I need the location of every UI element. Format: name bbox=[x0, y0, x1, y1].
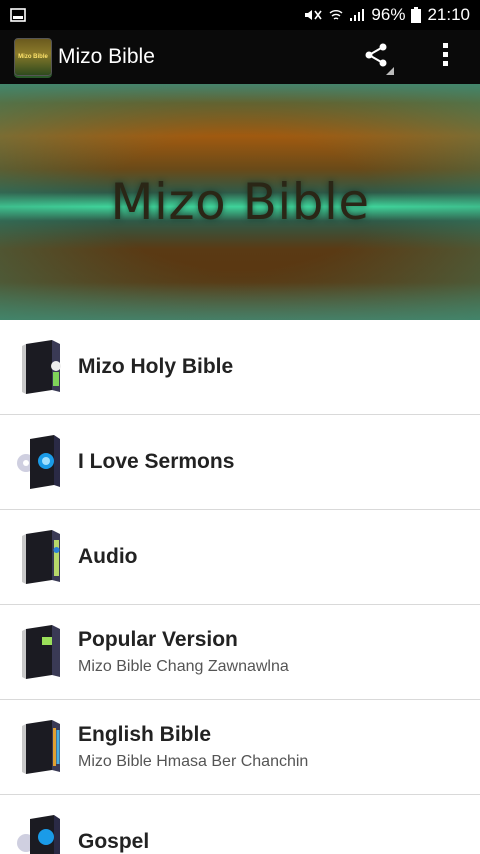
item-title: Mizo Holy Bible bbox=[78, 355, 234, 378]
battery-percent: 96% bbox=[371, 5, 406, 24]
app-logo: Mizo Bible bbox=[14, 38, 52, 76]
book-green-icon bbox=[16, 623, 64, 681]
book-cd-icon bbox=[16, 433, 64, 491]
signal-icon bbox=[349, 8, 365, 22]
list-item-gospel[interactable]: Gospel bbox=[0, 795, 480, 854]
list-item-english-bible[interactable]: English Bible Mizo Bible Hmasa Ber Chanc… bbox=[0, 700, 480, 795]
item-title: Popular Version bbox=[78, 628, 238, 651]
share-button[interactable] bbox=[356, 37, 396, 77]
item-title: English Bible bbox=[78, 723, 212, 746]
gallery-notification-icon bbox=[10, 8, 26, 22]
clock: 21:10 bbox=[427, 5, 470, 24]
banner-title: Mizo Bible bbox=[110, 173, 370, 231]
item-title: Audio bbox=[78, 545, 138, 568]
book-audio-icon bbox=[16, 528, 64, 586]
list-item-audio[interactable]: Audio bbox=[0, 510, 480, 605]
list-item-mizo-holy-bible[interactable]: Mizo Holy Bible bbox=[0, 320, 480, 415]
more-vert-icon bbox=[442, 41, 450, 74]
app-bar: Mizo Bible Mizo Bible bbox=[0, 30, 480, 84]
item-title: Gospel bbox=[78, 830, 150, 853]
item-subtitle: Mizo Bible Chang Zawnawlna bbox=[78, 658, 289, 675]
banner-image: Mizo Bible bbox=[0, 84, 480, 320]
battery-icon bbox=[411, 7, 422, 23]
book-shelf-icon bbox=[16, 718, 64, 776]
overflow-menu-button[interactable] bbox=[426, 37, 466, 77]
item-title: I Love Sermons bbox=[78, 450, 235, 473]
app-logo-text: Mizo Bible bbox=[18, 54, 48, 60]
book-blue-icon bbox=[16, 813, 64, 854]
mute-icon bbox=[303, 8, 323, 22]
app-title: Mizo Bible bbox=[58, 45, 155, 68]
list-item-popular-version[interactable]: Popular Version Mizo Bible Chang Zawnawl… bbox=[0, 605, 480, 700]
status-bar: 96% 21:10 bbox=[0, 0, 480, 30]
wifi-icon bbox=[329, 8, 343, 22]
list-item-i-love-sermons[interactable]: I Love Sermons bbox=[0, 415, 480, 510]
menu-list: Mizo Holy Bible I Love Sermons Audio Pop… bbox=[0, 320, 480, 854]
item-subtitle: Mizo Bible Hmasa Ber Chanchin bbox=[78, 753, 309, 770]
book-skull-icon bbox=[16, 338, 64, 396]
